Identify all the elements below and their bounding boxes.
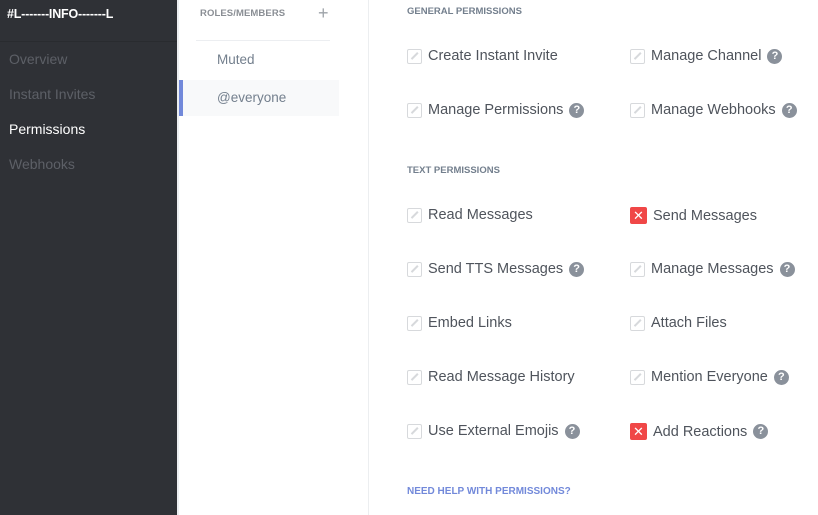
perm-label: Manage Messages	[651, 261, 774, 277]
sidebar-item-instant-invites[interactable]: Instant Invites	[9, 86, 95, 102]
roles-divider	[196, 40, 330, 41]
perm-mention-everyone[interactable]: Mention Everyone ?	[630, 369, 789, 385]
neutral-checkbox-icon[interactable]	[630, 369, 645, 385]
help-icon[interactable]: ?	[564, 423, 580, 439]
deny-x-icon[interactable]: ✕	[630, 207, 647, 224]
perm-send-messages[interactable]: ✕ Send Messages	[630, 207, 757, 224]
settings-sidebar: #L-------INFO-------L Overview Instant I…	[0, 0, 177, 515]
neutral-checkbox-icon[interactable]	[630, 261, 645, 277]
perm-label: Send Messages	[653, 207, 757, 224]
neutral-checkbox-icon[interactable]	[407, 261, 422, 277]
perm-use-external-emojis[interactable]: Use External Emojis ?	[407, 423, 580, 439]
channel-name: #L-------INFO-------L	[0, 0, 177, 42]
neutral-checkbox-icon[interactable]	[407, 315, 422, 331]
general-permissions-title: GENERAL PERMISSIONS	[407, 6, 522, 17]
add-role-button[interactable]: +	[318, 3, 329, 23]
perm-label: Use External Emojis	[428, 423, 559, 439]
perm-label: Embed Links	[428, 315, 512, 331]
help-icon[interactable]: ?	[773, 369, 789, 385]
help-icon[interactable]: ?	[569, 261, 585, 277]
perm-manage-webhooks[interactable]: Manage Webhooks ?	[630, 102, 797, 118]
roles-header: ROLES/MEMBERS	[200, 8, 286, 19]
perm-manage-messages[interactable]: Manage Messages ?	[630, 261, 795, 277]
perm-label: Read Messages	[428, 207, 533, 223]
perm-label: Manage Permissions	[428, 102, 564, 118]
perm-embed-links[interactable]: Embed Links	[407, 315, 512, 331]
perm-label: Add Reactions	[653, 423, 748, 440]
sidebar-item-overview[interactable]: Overview	[9, 51, 67, 67]
role-item-muted[interactable]: Muted	[179, 42, 339, 78]
neutral-checkbox-icon[interactable]	[407, 423, 422, 439]
plus-icon: +	[318, 3, 329, 23]
neutral-checkbox-icon[interactable]	[630, 315, 645, 331]
perm-label: Send TTS Messages	[428, 261, 564, 277]
neutral-checkbox-icon[interactable]	[407, 369, 422, 385]
perm-manage-permissions[interactable]: Manage Permissions ?	[407, 102, 585, 118]
perm-label: Attach Files	[651, 315, 727, 331]
neutral-checkbox-icon[interactable]	[407, 48, 422, 64]
perm-read-message-history[interactable]: Read Message History	[407, 369, 575, 385]
role-label: Muted	[217, 52, 255, 67]
neutral-checkbox-icon[interactable]	[630, 48, 645, 64]
roles-panel: ROLES/MEMBERS + Muted @everyone	[179, 0, 368, 515]
perm-label: Manage Channel	[651, 48, 762, 64]
help-icon[interactable]: ?	[767, 48, 783, 64]
perm-read-messages[interactable]: Read Messages	[407, 207, 533, 223]
role-item-everyone[interactable]: @everyone	[179, 80, 339, 116]
permissions-content: GENERAL PERMISSIONS Create Instant Invit…	[369, 0, 818, 515]
text-permissions-title: TEXT PERMISSIONS	[407, 165, 500, 176]
help-icon[interactable]: ?	[781, 102, 797, 118]
perm-attach-files[interactable]: Attach Files	[630, 315, 727, 331]
perm-label: Create Instant Invite	[428, 48, 558, 64]
help-icon[interactable]: ?	[753, 424, 769, 439]
permissions-help-link[interactable]: NEED HELP WITH PERMISSIONS?	[407, 486, 571, 497]
neutral-checkbox-icon[interactable]	[407, 102, 422, 118]
deny-x-icon[interactable]: ✕	[630, 423, 647, 440]
help-icon[interactable]: ?	[569, 102, 585, 118]
perm-label: Mention Everyone	[651, 369, 768, 385]
help-icon[interactable]: ?	[779, 261, 795, 277]
neutral-checkbox-icon[interactable]	[630, 102, 645, 118]
sidebar-item-webhooks[interactable]: Webhooks	[9, 156, 75, 172]
perm-add-reactions[interactable]: ✕ Add Reactions ?	[630, 423, 769, 440]
neutral-checkbox-icon[interactable]	[407, 207, 422, 223]
role-label: @everyone	[217, 90, 287, 105]
perm-label: Read Message History	[428, 369, 575, 385]
perm-send-tts-messages[interactable]: Send TTS Messages ?	[407, 261, 585, 277]
perm-create-instant-invite[interactable]: Create Instant Invite	[407, 48, 558, 64]
perm-label: Manage Webhooks	[651, 102, 776, 118]
perm-manage-channel[interactable]: Manage Channel ?	[630, 48, 783, 64]
sidebar-item-permissions[interactable]: Permissions	[9, 121, 85, 137]
